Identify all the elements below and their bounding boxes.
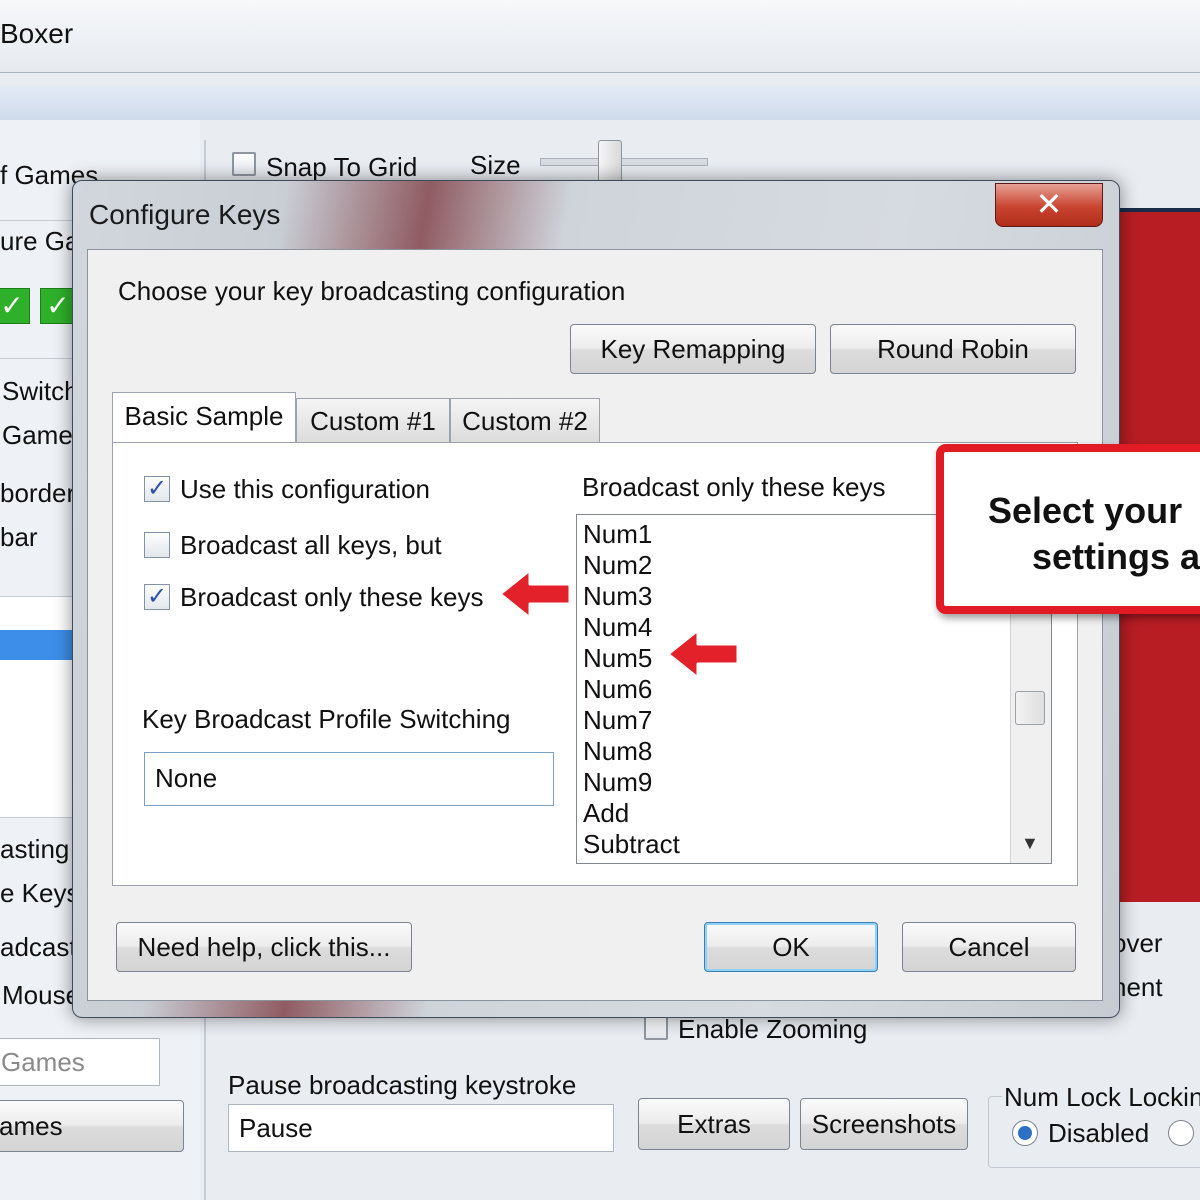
callout-line-2: settings a [1032,536,1200,577]
left-item-bar[interactable]: bar [0,522,38,553]
left-item-game[interactable]: Game [2,420,73,451]
disabled-radio-label: Disabled [1048,1118,1150,1148]
left-list-selection[interactable] [0,630,80,660]
left-item-mouse[interactable]: Mouse [2,980,80,1011]
disabled-radio[interactable] [1012,1120,1038,1146]
list-item[interactable]: Num4 [583,612,652,643]
list-item[interactable]: Num8 [583,736,652,767]
other-radio[interactable] [1168,1120,1194,1146]
tab-basic-sample[interactable]: Basic Sample [112,392,296,442]
tab-custom-1[interactable]: Custom #1 [296,398,450,442]
list-item[interactable]: Num7 [583,705,652,736]
snap-to-grid-checkbox[interactable] [232,152,256,176]
green-check-icon: ✓ [0,288,30,324]
instruction-text: Choose your key broadcasting configurati… [118,276,626,306]
red-arrow-icon [666,628,740,680]
scroll-down-icon[interactable]: ▼ [1021,833,1039,854]
broadcast-only-label: Broadcast only these keys [180,582,484,612]
tab-custom-2[interactable]: Custom #2 [450,398,600,442]
games-field[interactable]: Games [0,1038,160,1086]
list-item[interactable]: Num3 [583,581,652,612]
broadcast-all-checkbox[interactable] [144,532,170,558]
dialog-title: Configure Keys [89,199,281,230]
broadcast-all-label: Broadcast all keys, but [180,530,442,560]
pause-keystroke-label: Pause broadcasting keystroke [228,1070,577,1100]
pause-keystroke-input[interactable]: Pause [228,1104,614,1152]
left-item-configure-games[interactable]: ure Ga [0,226,80,257]
size-slider-thumb[interactable] [598,140,622,182]
games-button[interactable]: ames [0,1100,184,1152]
use-config-label: Use this configuration [180,474,431,504]
green-check-icon: ✓ [40,288,76,324]
profile-switching-input[interactable]: None [144,752,554,806]
left-item-keys[interactable]: e Keys [0,878,80,909]
left-item-border[interactable]: border [0,478,75,509]
instruction-callout: Select your settings a [936,444,1200,614]
left-item-switch[interactable]: Switch [2,376,79,407]
list-item[interactable]: Num2 [583,550,652,581]
list-item[interactable]: Num1 [583,519,652,550]
list-item[interactable]: Num6 [583,674,652,705]
list-item[interactable]: Num5 [583,643,652,674]
list-item[interactable]: Add [583,798,629,829]
close-icon: ✕ [1035,186,1063,222]
list-item[interactable]: Subtract [583,829,680,860]
enable-zooming-label: Enable Zooming [678,1014,868,1044]
close-button[interactable]: ✕ [995,183,1103,227]
radio-dot-icon [1018,1126,1032,1140]
checkmark-icon: ✓ [146,475,168,502]
cancel-button[interactable]: Cancel [902,922,1076,972]
red-arrow-icon [498,568,572,620]
app-title: Boxer [0,18,74,49]
app-titlebar [0,0,1200,73]
ok-button[interactable]: OK [704,922,878,972]
help-button[interactable]: Need help, click this... [116,922,412,972]
scroll-thumb[interactable] [1015,691,1045,725]
key-list-header: Broadcast only these keys [582,472,886,502]
callout-line-1: Select your [988,490,1183,531]
left-item-broadcasting[interactable]: asting [0,834,69,865]
enable-zooming-checkbox[interactable] [644,1016,668,1040]
checkmark-icon: ✓ [146,583,168,610]
size-label: Size [470,150,521,180]
dialog-client-area: Choose your key broadcasting configurati… [87,249,1103,1001]
left-item-broadcast[interactable]: adcast [0,932,77,963]
profile-switching-label: Key Broadcast Profile Switching [142,704,511,734]
app-menu-band [0,86,1200,120]
key-remapping-button[interactable]: Key Remapping [570,324,816,374]
snap-to-grid-label: Snap To Grid [266,152,418,182]
screenshots-button[interactable]: Screenshots [800,1098,968,1150]
size-slider-track[interactable] [540,158,708,166]
use-config-checkbox[interactable]: ✓ [144,476,170,502]
extras-button[interactable]: Extras [638,1098,790,1150]
round-robin-button[interactable]: Round Robin [830,324,1076,374]
list-item[interactable]: Num9 [583,767,652,798]
broadcast-only-checkbox[interactable]: ✓ [144,584,170,610]
num-lock-label: Num Lock Locking [1002,1082,1200,1113]
